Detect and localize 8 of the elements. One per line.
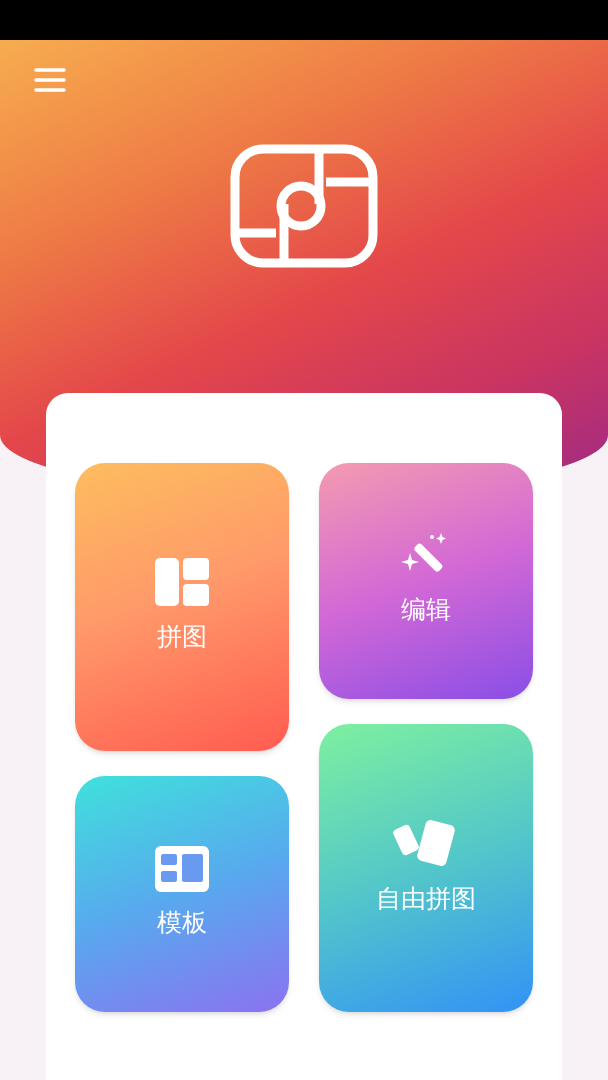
feature-tile[interactable]: 模板 bbox=[75, 776, 289, 1012]
template-icon bbox=[155, 846, 209, 893]
feature-tile[interactable]: 拼图 bbox=[75, 463, 289, 751]
menu-icon bbox=[33, 67, 67, 93]
logo-icon bbox=[230, 144, 378, 268]
feature-tile[interactable]: 编辑 bbox=[319, 463, 533, 699]
layout-icon bbox=[155, 558, 209, 607]
feature-tile[interactable]: 自由拼图 bbox=[319, 724, 533, 1012]
